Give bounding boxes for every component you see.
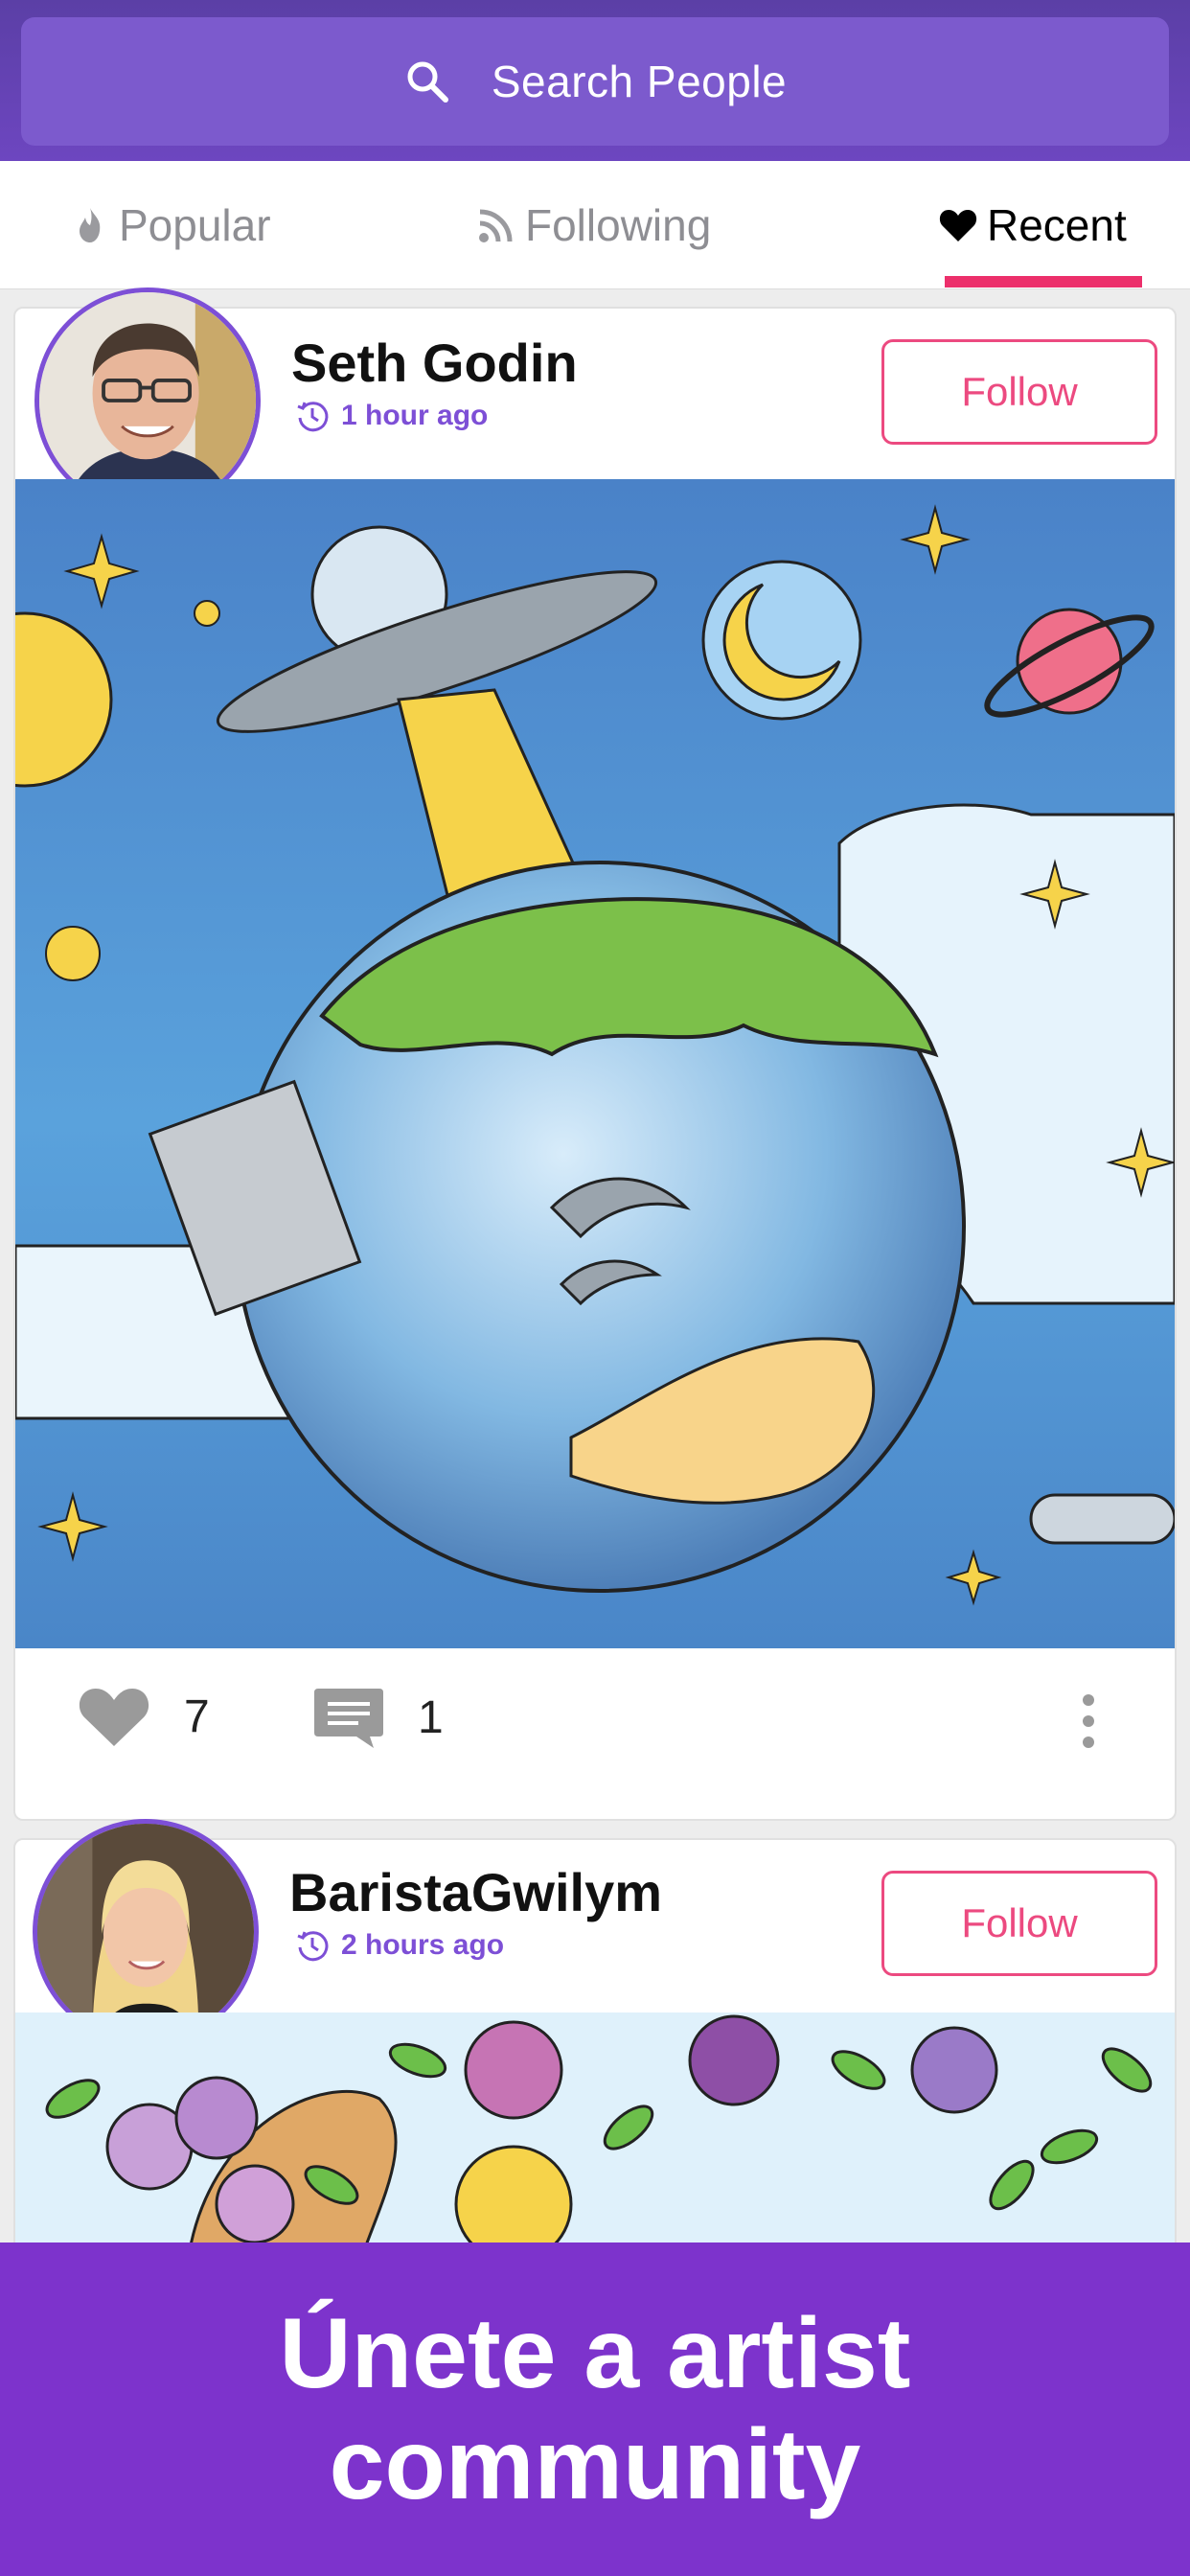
rss-icon <box>479 209 513 242</box>
history-icon <box>297 1931 329 1962</box>
feed-tabs: Popular Following Recent <box>0 161 1190 289</box>
tab-following-label: Following <box>525 200 712 250</box>
search-label: Search People <box>491 57 788 106</box>
heart-icon <box>939 210 977 242</box>
promo-banner: Únete a artist community <box>0 2242 1190 2576</box>
comment-icon <box>314 1689 383 1748</box>
search-icon <box>407 61 448 103</box>
follow-button[interactable]: Follow <box>881 339 1157 445</box>
more-vertical-icon <box>1083 1694 1094 1748</box>
tab-popular-label: Popular <box>119 200 271 250</box>
tab-following[interactable]: Following <box>475 161 711 289</box>
post-timestamp: 2 hours ago <box>295 1928 504 1963</box>
avatar-photo <box>39 292 256 509</box>
post-time-label: 2 hours ago <box>341 1929 505 1961</box>
post-timestamp: 1 hour ago <box>295 399 488 433</box>
tab-recent[interactable]: Recent <box>937 161 1127 289</box>
promo-text: Únete a artist community <box>279 2298 911 2520</box>
post-time-label: 1 hour ago <box>341 400 489 431</box>
history-icon <box>297 402 329 432</box>
like-count: 7 <box>184 1690 210 1742</box>
post-username[interactable]: Seth Godin <box>291 332 578 394</box>
comment-button[interactable]: 1 <box>312 1685 444 1750</box>
flame-icon <box>80 208 101 242</box>
avatar-photo <box>37 1824 254 2040</box>
post-card: Seth Godin 1 hour ago Follow 7 1 <box>13 288 1177 1821</box>
tab-recent-label: Recent <box>987 200 1127 250</box>
planet-artwork <box>15 479 1175 1648</box>
active-tab-indicator <box>945 276 1142 288</box>
avatar[interactable] <box>33 1819 259 2045</box>
comment-count: 1 <box>418 1691 444 1743</box>
like-button[interactable]: 7 <box>77 1685 210 1748</box>
heart-icon <box>79 1689 149 1746</box>
search-header: Search People <box>0 0 1190 161</box>
more-options-button[interactable] <box>1079 1692 1098 1750</box>
tab-popular[interactable]: Popular <box>69 161 271 289</box>
follow-button[interactable]: Follow <box>881 1871 1157 1976</box>
post-image[interactable] <box>15 479 1175 1648</box>
post-username[interactable]: BaristaGwilym <box>289 1861 662 1923</box>
search-people-button[interactable]: Search People <box>21 17 1169 146</box>
